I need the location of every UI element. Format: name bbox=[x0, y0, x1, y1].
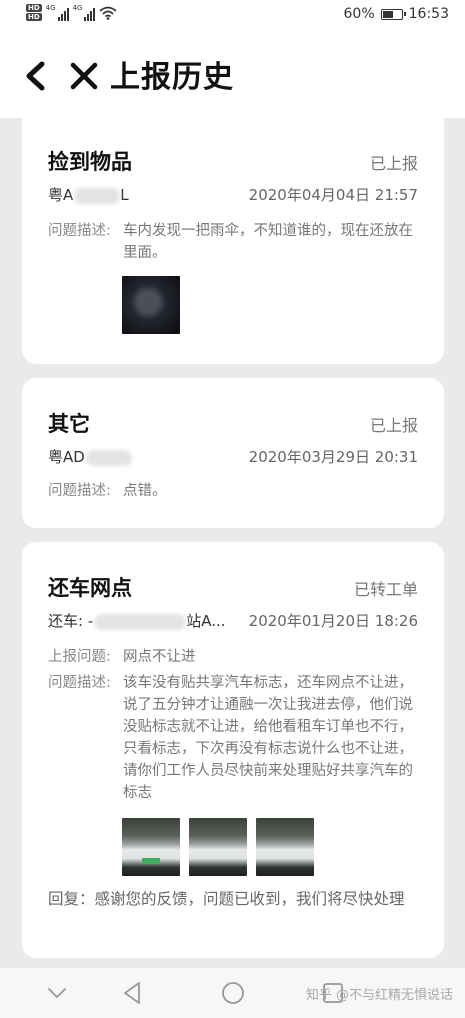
close-icon bbox=[70, 62, 98, 90]
report-card[interactable]: 还车网点 已转工单 还车: - 站A... 2020年01月20日 18:26 上… bbox=[22, 542, 444, 958]
description-row: 问题描述: 该车没有贴共享汽车标志，还车网点不让进，说了五分钟才让通融一次让我进… bbox=[48, 672, 420, 804]
report-photo[interactable] bbox=[122, 818, 180, 876]
app-header: 上报历史 bbox=[0, 32, 465, 118]
report-time: 2020年04月04日 21:57 bbox=[248, 186, 418, 204]
hd-badge: HD bbox=[26, 4, 42, 12]
report-status: 已转工单 bbox=[353, 580, 418, 599]
network-type: 4G bbox=[45, 3, 56, 12]
issue-label: 上报问题: bbox=[48, 649, 111, 665]
battery-icon bbox=[380, 8, 406, 20]
status-right: 60% 16:53 bbox=[344, 6, 449, 22]
close-button[interactable] bbox=[66, 57, 102, 95]
chevron-down-icon bbox=[48, 988, 66, 999]
report-photo[interactable] bbox=[122, 276, 180, 334]
report-time: 2020年03月29日 20:31 bbox=[248, 448, 418, 466]
signal-icon: 4G bbox=[72, 3, 96, 21]
watermark: 知乎 @不与红精无惧说话 bbox=[305, 988, 453, 1003]
home-circle-icon bbox=[222, 982, 244, 1004]
back-triangle-icon bbox=[124, 982, 140, 1004]
chevron-left-icon bbox=[26, 61, 45, 91]
signal-icon: 4G bbox=[45, 3, 69, 21]
description-label: 问题描述: bbox=[48, 483, 111, 499]
network-type: 4G bbox=[72, 3, 83, 12]
page-title: 上报历史 bbox=[110, 60, 234, 95]
redacted-mask bbox=[85, 449, 132, 466]
report-card[interactable]: 捡到物品 已上报 粤A L 2020年04月04日 21:57 问题描述: 车内发… bbox=[22, 118, 444, 364]
hd-badge: HD bbox=[26, 13, 42, 21]
status-bar: HD HD 4G 4G 60% 16:53 bbox=[0, 0, 465, 32]
report-list[interactable]: 捡到物品 已上报 粤A L 2020年04月04日 21:57 问题描述: 车内发… bbox=[0, 118, 465, 968]
system-nav-bar: 知乎 @不与红精无惧说话 bbox=[0, 968, 465, 1018]
description-label: 问题描述: bbox=[48, 675, 111, 691]
reply-text: 回复：感谢您的反馈，问题已收到，我们将尽快处理 bbox=[48, 890, 405, 908]
signal-group: HD HD 4G 4G bbox=[26, 3, 118, 21]
redacted-mask bbox=[94, 613, 187, 630]
plate-number: 粤A L bbox=[48, 186, 129, 204]
hd-badges: HD HD bbox=[26, 4, 42, 21]
report-time: 2020年01月20日 18:26 bbox=[248, 612, 418, 630]
description-label: 问题描述: bbox=[48, 223, 111, 239]
redacted-mask bbox=[74, 187, 121, 204]
report-card[interactable]: 其它 已上报 粤AD 2020年03月29日 20:31 问题描述: 点错。 bbox=[22, 378, 444, 528]
battery-percent: 60% bbox=[343, 6, 375, 22]
issue-row: 上报问题: 网点不让进 bbox=[48, 646, 420, 668]
home-nav-button[interactable] bbox=[220, 980, 246, 1006]
report-status: 已上报 bbox=[369, 416, 418, 435]
report-title: 其它 bbox=[48, 412, 90, 436]
report-title: 还车网点 bbox=[48, 576, 132, 600]
description-text: 点错。 bbox=[123, 483, 167, 499]
report-photo[interactable] bbox=[189, 818, 247, 876]
report-status: 已上报 bbox=[369, 154, 418, 173]
description-row: 问题描述: 点错。 bbox=[48, 480, 420, 502]
description-text: 车内发现一把雨伞，不知道谁的，现在还放在里面。 bbox=[123, 223, 413, 261]
description-row: 问题描述: 车内发现一把雨伞，不知道谁的，现在还放在里面。 bbox=[48, 220, 420, 264]
report-title: 捡到物品 bbox=[48, 150, 132, 174]
description-text: 该车没有贴共享汽车标志，还车网点不让进，说了五分钟才让通融一次让我进去停，他们说… bbox=[123, 675, 413, 801]
hide-nav-button[interactable] bbox=[44, 980, 70, 1006]
issue-text: 网点不让进 bbox=[123, 649, 196, 665]
clock: 16:53 bbox=[408, 6, 449, 22]
back-button[interactable] bbox=[18, 56, 54, 96]
report-photo[interactable] bbox=[256, 818, 314, 876]
wifi-icon bbox=[99, 6, 118, 20]
plate-number: 粤AD bbox=[48, 446, 132, 467]
return-station: 还车: - 站A... bbox=[48, 612, 226, 630]
back-nav-button[interactable] bbox=[120, 980, 146, 1006]
